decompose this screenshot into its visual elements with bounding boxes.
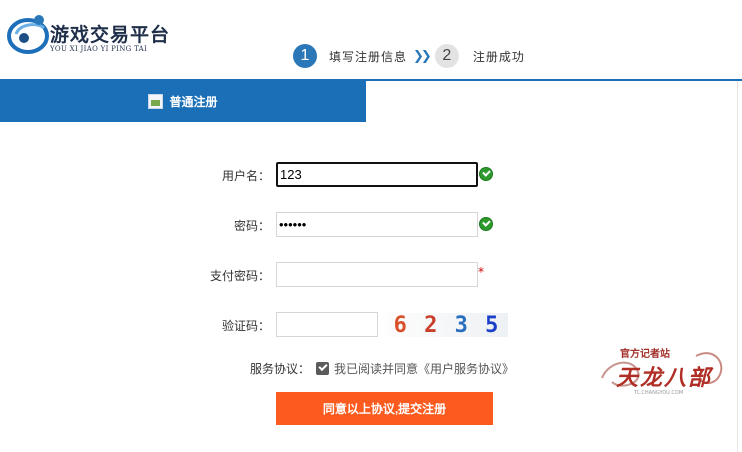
logo-emblem-icon	[7, 15, 49, 54]
step-1-number: 1	[293, 44, 317, 68]
username-row: 用户名： 123	[0, 162, 742, 188]
logo-subtitle: YOU XI JIAO YI PING TAI	[50, 45, 148, 53]
watermark-logo: 官方记者站 天龙八部 TL.CHANGYOU.COM	[598, 342, 730, 404]
submit-register-button[interactable]: 同意以上协议,提交注册	[276, 392, 493, 425]
pay-password-row: 支付密码： *	[0, 262, 742, 288]
step-2-number: 2	[434, 44, 459, 68]
captcha-image[interactable]: 6 2 3 5	[386, 312, 508, 338]
image-icon	[148, 94, 164, 109]
watermark-url: TL.CHANGYOU.COM	[634, 390, 684, 396]
double-chevron-right-icon: ❯❯	[413, 48, 432, 64]
password-row: 密码： ••••••	[0, 212, 742, 238]
check-circle-icon	[479, 217, 493, 231]
captcha-label: 验证码：	[221, 319, 270, 333]
site-logo[interactable]: 游戏交易平台 YOU XI JIAO YI PING TAI	[6, 12, 176, 62]
watermark-main-text: 天龙八部	[616, 365, 713, 391]
captcha-digit: 3	[454, 312, 470, 338]
page-edge	[737, 81, 738, 452]
step-1-label: 填写注册信息	[329, 49, 408, 64]
watermark-top-text: 官方记者站	[620, 349, 670, 360]
registration-steps: 1 填写注册信息 ❯❯ 2 注册成功	[293, 43, 525, 69]
agreement-link[interactable]: 我已阅读并同意《用户服务协议》	[334, 360, 514, 377]
captcha-row: 验证码： 6 2 3 5	[0, 312, 742, 338]
agreement-checkbox[interactable]	[316, 362, 329, 375]
pay-password-label: 支付密码：	[209, 269, 270, 283]
check-circle-icon	[479, 167, 493, 181]
tab-label: 普通注册	[169, 95, 218, 109]
password-input[interactable]: ••••••	[276, 212, 478, 237]
captcha-digit: 2	[424, 312, 440, 338]
agreement-label: 服务协议：	[249, 362, 310, 376]
step-2-label: 注册成功	[472, 49, 525, 64]
captcha-input[interactable]	[276, 312, 378, 337]
username-input[interactable]: 123	[276, 162, 478, 187]
password-label: 密码：	[233, 219, 270, 233]
captcha-digit: 5	[485, 312, 501, 338]
logo-title: 游戏交易平台	[50, 24, 171, 46]
username-label: 用户名：	[221, 169, 270, 183]
required-mark: *	[478, 265, 484, 279]
pay-password-input[interactable]	[276, 262, 478, 287]
captcha-digit: 6	[393, 312, 409, 338]
tab-normal-register[interactable]: 普通注册	[0, 81, 366, 122]
